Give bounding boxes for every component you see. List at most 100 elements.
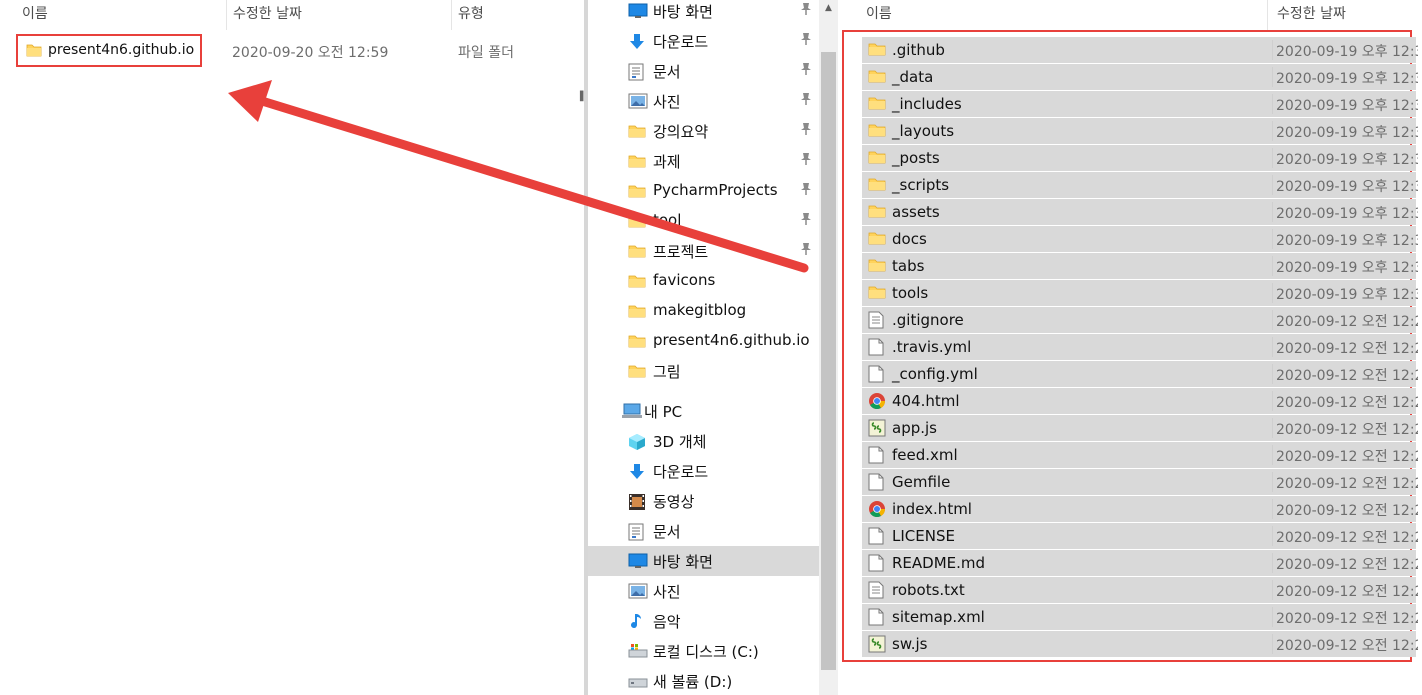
nav-item[interactable]: 바탕 화면: [588, 546, 819, 576]
pin-icon[interactable]: [800, 92, 812, 109]
file-modified: 2020-09-12 오전 12:2: [1276, 611, 1418, 627]
picture-icon: [628, 583, 648, 599]
nav-item[interactable]: 바탕 화면: [588, 0, 819, 26]
nav-item[interactable]: 사진: [588, 576, 819, 606]
file-row[interactable]: tools 2020-09-19 오후 12:3: [862, 280, 1418, 306]
nav-item[interactable]: 새 볼륨 (D:): [588, 666, 819, 695]
nav-item[interactable]: 다운로드: [588, 26, 819, 56]
column-header-modified[interactable]: 수정한 날짜: [233, 0, 302, 28]
nav-item-label: 과제: [653, 153, 681, 171]
pin-icon[interactable]: [800, 2, 812, 19]
file-row[interactable]: .gitignore 2020-09-12 오전 12:2: [862, 307, 1418, 333]
nav-item[interactable]: 강의요약: [588, 116, 819, 146]
file-row[interactable]: sitemap.xml 2020-09-12 오전 12:2: [862, 604, 1418, 630]
file-row[interactable]: _data 2020-09-19 오후 12:3: [862, 64, 1418, 90]
nav-item[interactable]: 사진: [588, 86, 819, 116]
file-modified: 2020-09-20 오전 12:59: [232, 45, 389, 61]
column-divider[interactable]: [1267, 0, 1268, 30]
pin-icon[interactable]: [800, 32, 812, 49]
pin-icon[interactable]: [800, 152, 812, 169]
file-modified: 2020-09-19 오후 12:3: [1276, 233, 1418, 249]
row-divider: [1272, 634, 1273, 654]
column-header-name[interactable]: 이름: [22, 0, 48, 28]
file-row[interactable]: _posts 2020-09-19 오후 12:3: [862, 145, 1418, 171]
nav-item[interactable]: 프로젝트: [588, 236, 819, 266]
nav-item-label: 내 PC: [644, 403, 683, 421]
scroll-up-arrow-icon[interactable]: ▲: [819, 0, 838, 17]
file-row[interactable]: index.html 2020-09-12 오전 12:2: [862, 496, 1418, 522]
file-name: docs: [892, 230, 927, 248]
file-type: 파일 폴더: [458, 45, 514, 61]
folder-icon: [628, 333, 646, 349]
file-row[interactable]: docs 2020-09-19 오후 12:3: [862, 226, 1418, 252]
file-row[interactable]: LICENSE 2020-09-12 오전 12:2: [862, 523, 1418, 549]
nav-item[interactable]: 음악: [588, 606, 819, 636]
nav-item[interactable]: 로컬 디스크 (C:): [588, 636, 819, 666]
file-row[interactable]: robots.txt 2020-09-12 오전 12:2: [862, 577, 1418, 603]
nav-item[interactable]: 문서: [588, 516, 819, 546]
blank-file-icon: [868, 446, 886, 464]
chrome-icon: [868, 392, 886, 410]
nav-item[interactable]: 문서: [588, 56, 819, 86]
list-item[interactable]: present4n6.github.io 2020-09-20 오전 12:59…: [0, 34, 584, 67]
nav-item-label: present4n6.github.io: [653, 331, 810, 349]
nav-item[interactable]: 다운로드: [588, 456, 819, 486]
column-header-modified[interactable]: 수정한 날짜: [1277, 0, 1346, 28]
file-row[interactable]: .github 2020-09-19 오후 12:3: [862, 37, 1418, 63]
file-row[interactable]: .travis.yml 2020-09-12 오전 12:2: [862, 334, 1418, 360]
pin-icon[interactable]: [800, 212, 812, 229]
blank-file-icon: [868, 473, 886, 491]
pin-icon[interactable]: [800, 122, 812, 139]
file-row[interactable]: _includes 2020-09-19 오후 12:3: [862, 91, 1418, 117]
nav-scrollbar[interactable]: ▲: [819, 0, 838, 695]
file-name: sw.js: [892, 635, 928, 653]
file-row[interactable]: feed.xml 2020-09-12 오전 12:2: [862, 442, 1418, 468]
desktop-icon: [628, 553, 648, 569]
desktop-icon: [628, 3, 648, 19]
download-icon: [628, 33, 646, 49]
file-name: _config.yml: [892, 365, 978, 383]
folder-icon: [868, 284, 886, 302]
pin-icon[interactable]: [800, 62, 812, 79]
nav-item-label: PycharmProjects: [653, 181, 778, 199]
nav-item[interactable]: 과제: [588, 146, 819, 176]
column-header-type[interactable]: 유형: [458, 0, 484, 28]
nav-item[interactable]: favicons: [588, 266, 819, 296]
file-row[interactable]: _config.yml 2020-09-12 오전 12:2: [862, 361, 1418, 387]
file-row[interactable]: assets 2020-09-19 오후 12:3: [862, 199, 1418, 225]
column-divider[interactable]: [226, 0, 227, 30]
file-name: .travis.yml: [892, 338, 972, 356]
file-row[interactable]: app.js 2020-09-12 오전 12:2: [862, 415, 1418, 441]
file-modified: 2020-09-19 오후 12:3: [1276, 71, 1418, 87]
file-row[interactable]: sw.js 2020-09-12 오전 12:2: [862, 631, 1418, 657]
nav-item[interactable]: 동영상: [588, 486, 819, 516]
folder-icon: [628, 213, 646, 229]
file-row[interactable]: README.md 2020-09-12 오전 12:2: [862, 550, 1418, 576]
file-row[interactable]: tabs 2020-09-19 오후 12:3: [862, 253, 1418, 279]
nav-item-this-pc[interactable]: 내 PC: [588, 396, 819, 426]
nav-item-label: 프로젝트: [653, 243, 709, 261]
file-modified: 2020-09-12 오전 12:2: [1276, 368, 1418, 384]
nav-item-label: 동영상: [653, 493, 695, 511]
folder-icon: [868, 176, 886, 194]
folder-icon: [868, 257, 886, 275]
nav-item[interactable]: 3D 개체: [588, 426, 819, 456]
file-row[interactable]: _layouts 2020-09-19 오후 12:3: [862, 118, 1418, 144]
scrollbar-thumb[interactable]: [821, 52, 836, 670]
row-divider: [1272, 310, 1273, 330]
file-row[interactable]: 404.html 2020-09-12 오전 12:2: [862, 388, 1418, 414]
file-row[interactable]: Gemfile 2020-09-12 오전 12:2: [862, 469, 1418, 495]
nav-item-label: favicons: [653, 271, 716, 289]
nav-item[interactable]: makegitblog: [588, 296, 819, 326]
column-header-name[interactable]: 이름: [866, 0, 892, 28]
folder-icon: [628, 153, 646, 169]
folder-icon: [628, 273, 646, 289]
nav-item[interactable]: 그림: [588, 356, 819, 386]
pin-icon[interactable]: [800, 242, 812, 259]
column-divider[interactable]: [451, 0, 452, 30]
nav-item[interactable]: tool: [588, 206, 819, 236]
file-row[interactable]: _scripts 2020-09-19 오후 12:3: [862, 172, 1418, 198]
nav-item[interactable]: PycharmProjects: [588, 176, 819, 206]
pin-icon[interactable]: [800, 182, 812, 199]
nav-item[interactable]: present4n6.github.io: [588, 326, 819, 356]
